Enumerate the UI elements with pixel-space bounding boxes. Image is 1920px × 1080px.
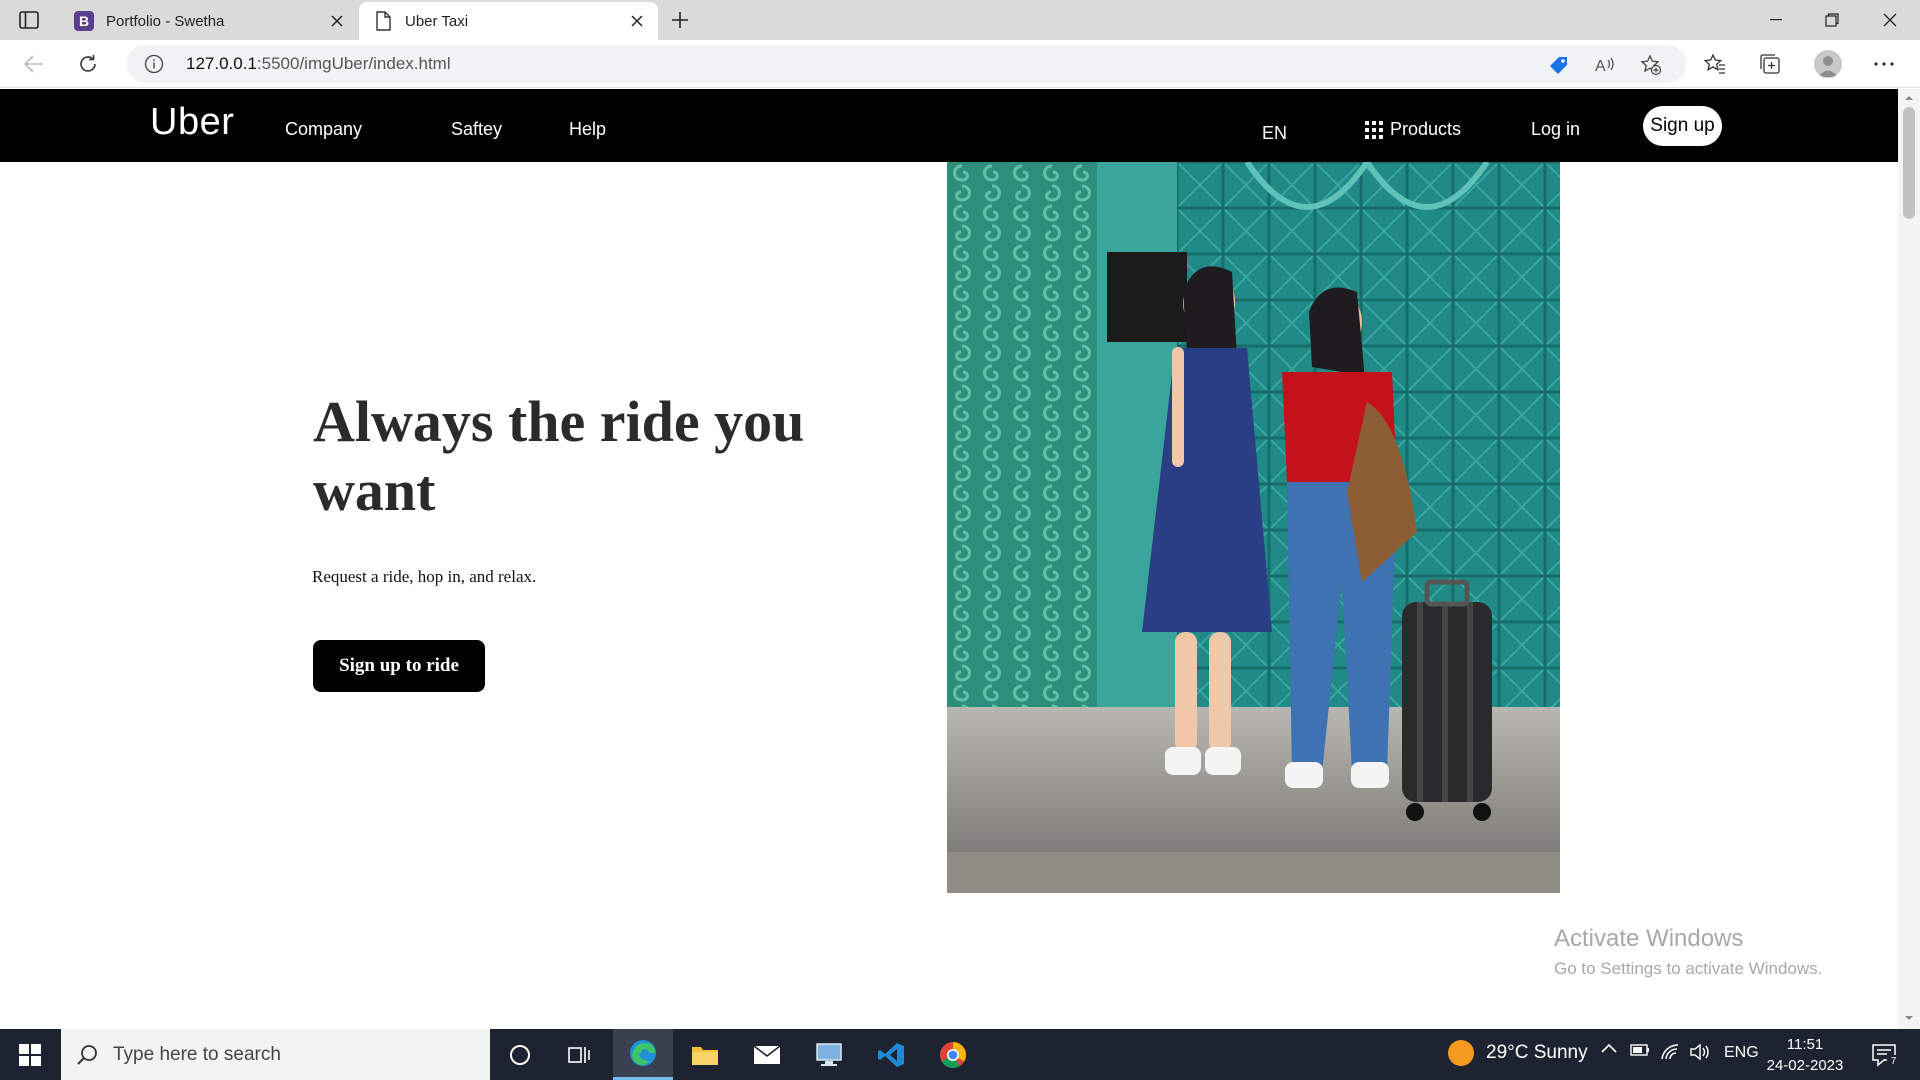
taskbar-remote-desktop[interactable]	[799, 1029, 859, 1080]
taskbar-clock[interactable]: 11:51 24-02-2023	[1760, 1034, 1850, 1076]
cortana-circle-icon	[510, 1044, 530, 1065]
nav-company[interactable]: Company	[285, 119, 362, 140]
nav-products-label: Products	[1390, 119, 1462, 139]
collections-icon[interactable]	[1758, 52, 1782, 76]
chrome-icon	[940, 1041, 967, 1068]
close-window-button[interactable]	[1862, 0, 1918, 40]
browser-tab-strip: B Portfolio - Swetha Uber Taxi	[0, 0, 1920, 40]
address-bar[interactable]: 127.0.0.1:5500/imgUber/index.html A	[126, 45, 1686, 83]
network-tray[interactable]	[1660, 1043, 1680, 1061]
activate-windows-watermark: Activate Windows Go to Settings to activ…	[1554, 925, 1822, 979]
tab-title: Portfolio - Swetha	[106, 12, 225, 30]
apps-grid-icon	[1365, 120, 1383, 139]
page-favicon-icon	[373, 11, 393, 31]
language-text: ENG	[1724, 1044, 1759, 1061]
watermark-line2: Go to Settings to activate Windows.	[1554, 959, 1823, 978]
read-aloud-icon[interactable]: A	[1594, 54, 1616, 76]
edge-browser-icon	[630, 1040, 656, 1066]
scroll-up-icon[interactable]	[1904, 93, 1914, 103]
task-view-icon	[568, 1046, 590, 1063]
battery-tray[interactable]	[1630, 1043, 1650, 1057]
uber-logo[interactable]: Uber	[150, 101, 234, 144]
clock-time: 11:51	[1786, 1036, 1824, 1053]
windows-logo-icon	[19, 1043, 41, 1066]
url-text: 127.0.0.1:5500/imgUber/index.html	[186, 54, 451, 74]
tab-uber-taxi[interactable]: Uber Taxi	[359, 2, 658, 40]
speaker-icon	[1690, 1043, 1709, 1061]
url-host: 127.0.0.1	[186, 54, 257, 73]
taskbar-search-box[interactable]: Type here to search	[61, 1029, 490, 1080]
sun-icon	[1448, 1040, 1474, 1066]
nav-safety[interactable]: Saftey	[451, 119, 502, 140]
new-tab-button[interactable]	[666, 6, 694, 34]
svg-text:A: A	[1595, 58, 1606, 75]
close-tab-icon[interactable]	[624, 8, 650, 34]
nav-language[interactable]: EN	[1262, 123, 1287, 144]
add-favorite-icon[interactable]	[1640, 54, 1662, 76]
mail-icon	[753, 1044, 781, 1064]
windows-taskbar: Type here to search 29°C Sunny ENG 11:51…	[0, 1029, 1920, 1080]
more-options-icon[interactable]	[1872, 52, 1896, 76]
battery-icon	[1630, 1044, 1649, 1056]
weather-text: 29°C Sunny	[1486, 1042, 1588, 1063]
folder-icon	[692, 1046, 718, 1065]
taskbar-file-explorer[interactable]	[675, 1029, 735, 1080]
notification-count: 7	[1887, 1055, 1900, 1068]
hero-photo	[947, 162, 1560, 893]
nav-products[interactable]: Products	[1365, 119, 1461, 140]
scroll-down-icon[interactable]	[1904, 1013, 1914, 1023]
scrollbar-thumb[interactable]	[1903, 107, 1915, 219]
nav-help[interactable]: Help	[569, 119, 606, 140]
coupon-tag-icon[interactable]	[1548, 54, 1570, 76]
signup-to-ride-button[interactable]: Sign up to ride	[313, 640, 485, 692]
cortana-button[interactable]	[490, 1029, 550, 1080]
show-hidden-icons[interactable]	[1601, 1043, 1617, 1053]
taskbar-edge[interactable]	[613, 1029, 673, 1080]
web-page: Uber Company Saftey Help EN Products Log…	[0, 89, 1898, 1029]
watermark-line1: Activate Windows	[1554, 925, 1744, 952]
taskbar-chrome[interactable]	[923, 1029, 983, 1080]
back-button[interactable]	[18, 48, 50, 80]
tab-portfolio[interactable]: B Portfolio - Swetha	[60, 2, 358, 40]
url-path: :5500/imgUber/index.html	[256, 54, 451, 73]
profile-avatar[interactable]	[1814, 50, 1842, 78]
hero-title: Always the ride you want	[313, 389, 805, 523]
tab-actions-icon[interactable]	[16, 7, 42, 33]
notification-center-button[interactable]: 7	[1870, 1041, 1900, 1069]
chevron-up-icon	[1601, 1043, 1617, 1053]
svg-text:B: B	[79, 13, 89, 29]
site-navbar: Uber Company Saftey Help EN Products Log…	[0, 89, 1898, 162]
taskbar-vscode[interactable]	[861, 1029, 921, 1080]
taskbar-mail[interactable]	[737, 1029, 797, 1080]
bootstrap-favicon-icon: B	[74, 11, 94, 31]
vscode-icon	[878, 1042, 904, 1067]
search-placeholder: Type here to search	[113, 1043, 281, 1065]
wifi-icon	[1661, 1044, 1679, 1060]
page-scrollbar[interactable]	[1898, 89, 1920, 1029]
restore-button[interactable]	[1804, 0, 1860, 40]
monitor-icon	[816, 1042, 842, 1066]
close-tab-icon[interactable]	[324, 8, 350, 34]
hero-subtitle: Request a ride, hop in, and relax.	[312, 567, 537, 586]
nav-login[interactable]: Log in	[1531, 119, 1580, 140]
start-button[interactable]	[0, 1029, 60, 1080]
favorites-icon[interactable]	[1702, 52, 1726, 76]
weather-widget[interactable]: 29°C Sunny	[1448, 1040, 1588, 1066]
tab-title: Uber Taxi	[405, 12, 469, 30]
minimize-button[interactable]	[1748, 0, 1804, 40]
language-indicator[interactable]: ENG	[1724, 1044, 1759, 1062]
task-view-button[interactable]	[550, 1029, 610, 1080]
site-info-icon[interactable]	[144, 54, 164, 74]
signup-button[interactable]: Sign up	[1643, 106, 1722, 146]
volume-tray[interactable]	[1690, 1043, 1712, 1061]
clock-date: 24-02-2023	[1766, 1057, 1844, 1074]
search-icon	[77, 1044, 97, 1065]
refresh-button[interactable]	[72, 48, 104, 80]
browser-toolbar: 127.0.0.1:5500/imgUber/index.html A	[0, 40, 1920, 88]
